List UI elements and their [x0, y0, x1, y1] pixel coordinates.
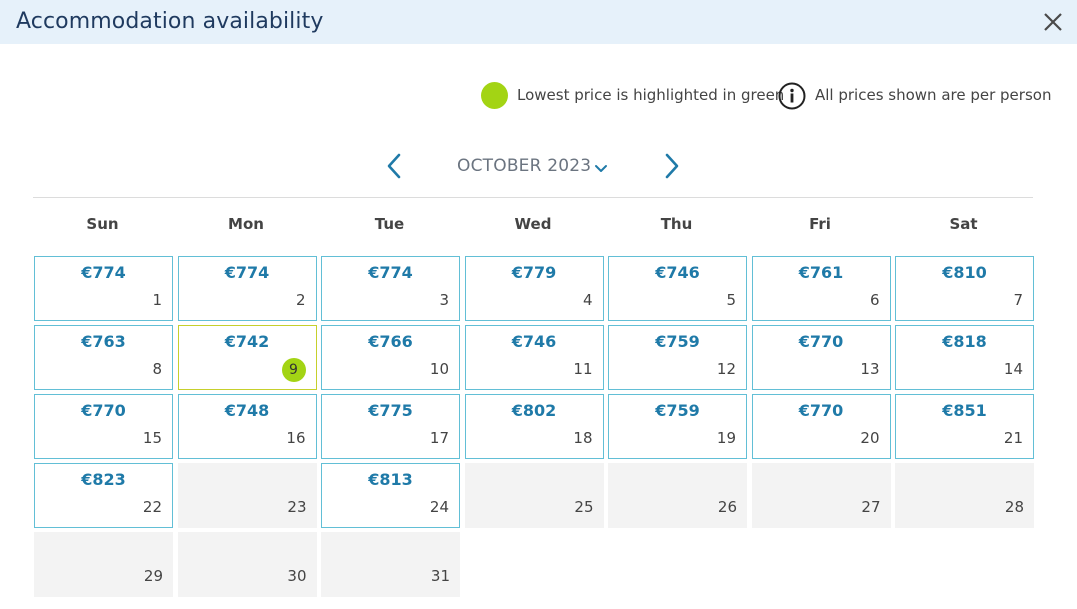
day-number: 5	[726, 291, 736, 309]
lowest-price-day-number: 9	[281, 358, 306, 382]
day-number: 31	[430, 567, 450, 585]
day-number: 20	[860, 429, 880, 447]
day-price: €770	[798, 332, 844, 351]
calendar-day-cell[interactable]: €775 17	[321, 394, 460, 459]
day-number: 26	[717, 498, 737, 516]
day-price: €775	[368, 401, 413, 420]
day-number: 16	[286, 429, 306, 447]
calendar-day-cell[interactable]: €748 16	[177, 394, 317, 459]
calendar-day-cell[interactable]: €746 11	[464, 325, 604, 390]
calendar-day-cell: 27	[751, 463, 891, 528]
day-price: €851	[942, 401, 987, 420]
day-number: 7	[1013, 291, 1023, 309]
day-number: 24	[429, 498, 449, 516]
day-number: 6	[869, 291, 880, 309]
day-number: 11	[573, 360, 593, 378]
day-number: 8	[152, 360, 162, 378]
calendar-day-cell[interactable]: €770 15	[34, 394, 173, 459]
calendar-day-cell[interactable]: €779 4	[464, 256, 604, 321]
day-price: €746	[511, 332, 557, 351]
calendar-day-cell[interactable]: €742 9	[177, 325, 317, 390]
calendar-day-cell[interactable]: €810 7	[895, 256, 1034, 321]
day-number: 13	[860, 360, 880, 378]
calendar-day-cell[interactable]: €763 8	[34, 325, 173, 390]
day-price: €748	[224, 401, 270, 420]
day-price: €823	[81, 470, 126, 489]
calendar-day-cell[interactable]: €774 1	[34, 256, 173, 321]
day-number: 18	[573, 429, 593, 447]
day-price: €818	[942, 332, 987, 351]
calendar-day-cell: 26	[608, 463, 747, 528]
day-price: €810	[942, 263, 987, 282]
day-price: €763	[81, 332, 126, 351]
day-price: €759	[655, 401, 700, 420]
day-number: 1	[152, 291, 162, 309]
calendar-grid: €774 1 €774 2 €774 3 €779 4 €746 5 €761 6 €810 7 €763 8…	[0, 0, 1077, 609]
day-number: 22	[142, 498, 162, 516]
calendar-day-cell[interactable]: €761 6	[751, 256, 891, 321]
day-price: €766	[368, 332, 413, 351]
day-price: €770	[81, 401, 126, 420]
day-price: €746	[655, 263, 700, 282]
calendar-day-cell: 30	[177, 532, 317, 597]
day-price: €802	[511, 401, 557, 420]
day-number: 12	[716, 360, 736, 378]
day-number: 15	[142, 429, 162, 447]
day-number: 19	[716, 429, 736, 447]
calendar-day-cell: 23	[177, 463, 317, 528]
day-price: €759	[655, 332, 700, 351]
calendar-day-cell: 25	[464, 463, 604, 528]
day-number: 14	[1003, 360, 1023, 378]
calendar-day-cell[interactable]: €823 22	[34, 463, 173, 528]
day-price: €774	[224, 263, 270, 282]
day-price: €770	[798, 401, 844, 420]
calendar-day-cell[interactable]: €813 24	[321, 463, 460, 528]
calendar-day-cell[interactable]: €759 12	[608, 325, 747, 390]
day-number: 23	[287, 498, 307, 516]
day-number: 27	[861, 498, 881, 516]
day-number: 30	[287, 567, 307, 585]
day-price: €761	[798, 263, 844, 282]
calendar-day-cell[interactable]: €766 10	[321, 325, 460, 390]
day-price: €742	[224, 332, 270, 351]
day-number: 3	[439, 291, 449, 309]
day-number: 25	[574, 498, 594, 516]
day-number: 10	[429, 360, 449, 378]
calendar-day-cell: 28	[895, 463, 1034, 528]
day-price: €813	[368, 470, 413, 489]
calendar-day-cell[interactable]: €802 18	[464, 394, 604, 459]
calendar-day-cell[interactable]: €818 14	[895, 325, 1034, 390]
day-number: 4	[582, 291, 593, 309]
calendar-day-cell[interactable]: €774 3	[321, 256, 460, 321]
calendar-day-cell[interactable]: €774 2	[177, 256, 317, 321]
day-number: 21	[1003, 429, 1023, 447]
day-number: 17	[429, 429, 449, 447]
day-price: €774	[81, 263, 126, 282]
day-number: 28	[1004, 498, 1024, 516]
day-number: 29	[143, 567, 163, 585]
calendar-day-cell[interactable]: €746 5	[608, 256, 747, 321]
calendar-day-cell[interactable]: €851 21	[895, 394, 1034, 459]
calendar-day-cell[interactable]: €770 13	[751, 325, 891, 390]
day-price: €774	[368, 263, 413, 282]
calendar-day-cell[interactable]: €759 19	[608, 394, 747, 459]
day-number: 2	[295, 291, 306, 309]
calendar-day-cell: 29	[34, 532, 173, 597]
calendar-day-cell: 31	[321, 532, 460, 597]
calendar-day-cell[interactable]: €770 20	[751, 394, 891, 459]
day-price: €779	[511, 263, 557, 282]
